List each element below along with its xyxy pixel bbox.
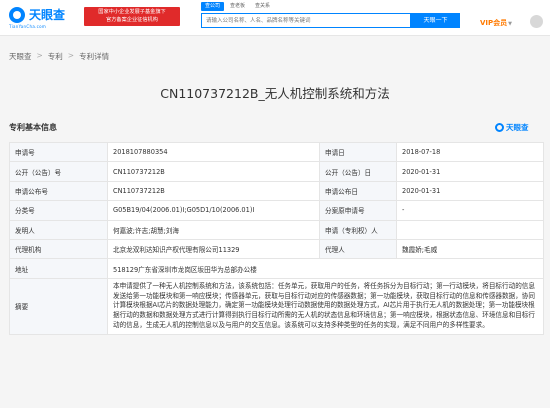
search-box <box>201 13 411 28</box>
search-button-label: 天眼一下 <box>423 17 448 24</box>
eye-logo-icon <box>9 7 25 23</box>
value-agent: 魏霞娇;毛威 <box>396 238 544 260</box>
eye-logo-icon <box>495 123 504 132</box>
table-row: 申请号 2018107880354 申请日 2018-07-18 <box>9 141 544 163</box>
breadcrumb-current: 专利详情 <box>79 52 110 61</box>
label-agent: 代理人 <box>319 238 397 260</box>
value-applicant[interactable] <box>396 219 544 240</box>
value-application-date: 2018-07-18 <box>396 141 544 163</box>
breadcrumb-home[interactable]: 天眼查 <box>9 51 32 62</box>
page-title: CN110737212B_无人机控制系统和方法 <box>160 86 390 101</box>
value-address: 518129广东省深圳市龙岗区坂田华为总部办公楼 <box>107 258 544 279</box>
label-classification: 分类号 <box>9 200 108 221</box>
table-row: 发明人 何嘉波;许志;胡慧;刘海 申请（专利权）人 <box>9 219 544 240</box>
value-agency[interactable]: 北京龙双利达知识产权代理有限公司11329 <box>107 238 320 260</box>
label-application-publication-number: 申请公布号 <box>9 180 108 202</box>
label-address: 地址 <box>9 258 108 279</box>
value-application-publication-number: CN110737212B <box>107 180 320 202</box>
value-abstract: 本申请提供了一种无人机控制系统和方法，该系统包括：任务单元，获取用户的任务，将任… <box>107 277 544 335</box>
table-row: 公开（公告）号 CN110737212B 公开（公告）日 2020-01-31 <box>9 161 544 182</box>
section-title: 专利基本信息 <box>9 123 57 132</box>
value-publication-date: 2020-01-31 <box>396 161 544 182</box>
value-inventors[interactable]: 何嘉波;许志;胡慧;刘海 <box>107 219 320 240</box>
value-publication-number: CN110737212B <box>107 161 320 182</box>
tab-boss[interactable]: 查老板 <box>226 2 249 11</box>
label-agency: 代理机构 <box>9 238 108 260</box>
tab-relation[interactable]: 查关系 <box>251 2 274 11</box>
label-divisional-application: 分案原申请号 <box>319 200 397 221</box>
top-header: 天眼查 TianYanCha.com 国家中小企业发展子基金旗下 官方备案企业征… <box>0 0 550 36</box>
promo-banner[interactable]: 国家中小企业发展子基金旗下 官方备案企业征信机构 <box>84 7 180 26</box>
vip-membership[interactable]: VIP会员▼ <box>480 18 512 28</box>
value-application-publication-date: 2020-01-31 <box>396 180 544 202</box>
search-button[interactable]: 天眼一下 <box>411 13 460 28</box>
search-tabs: 查公司 查老板 查关系 <box>201 2 274 11</box>
breadcrumb-patent[interactable]: 专利 <box>48 51 63 62</box>
table-row: 摘要 本申请提供了一种无人机控制系统和方法，该系统包括：任务单元，获取用户的任务… <box>9 277 544 335</box>
value-divisional-application: - <box>396 200 544 221</box>
value-classification: G05B19/04(2006.01)I;G05D1/10(2006.01)I <box>107 200 320 221</box>
tab-company[interactable]: 查公司 <box>201 2 225 11</box>
breadcrumb-separator: > <box>67 51 75 60</box>
table-row: 分类号 G05B19/04(2006.01)I;G05D1/10(2006.01… <box>9 200 544 221</box>
breadcrumb: 天眼查 > 专利 > 专利详情 <box>9 51 109 62</box>
vip-label: VIP会员 <box>480 19 508 27</box>
brand-text: 天眼查 <box>506 123 529 132</box>
table-row: 代理机构 北京龙双利达知识产权代理有限公司11329 代理人 魏霞娇;毛威 <box>9 238 544 260</box>
patent-info-table: 申请号 2018107880354 申请日 2018-07-18 公开（公告）号… <box>9 141 544 335</box>
brand-watermark: 天眼查 <box>495 122 529 133</box>
logo-text: 天眼查 <box>29 7 66 22</box>
promo-line-1: 国家中小企业发展子基金旗下 <box>98 9 166 15</box>
search-input[interactable] <box>202 14 402 27</box>
label-publication-date: 公开（公告）日 <box>319 161 397 182</box>
breadcrumb-separator: > <box>36 51 43 60</box>
avatar[interactable] <box>530 15 543 28</box>
label-applicant: 申请（专利权）人 <box>319 219 397 240</box>
label-application-number: 申请号 <box>9 141 108 163</box>
label-application-date: 申请日 <box>319 141 397 163</box>
tianyancha-logo[interactable]: 天眼查 <box>9 7 65 23</box>
table-row: 地址 518129广东省深圳市龙岗区坂田华为总部办公楼 <box>9 258 544 279</box>
table-row: 申请公布号 CN110737212B 申请公布日 2020-01-31 <box>9 180 544 202</box>
label-inventors: 发明人 <box>9 219 108 240</box>
label-application-publication-date: 申请公布日 <box>319 180 397 202</box>
label-abstract: 摘要 <box>9 277 108 335</box>
value-application-number: 2018107880354 <box>107 141 320 163</box>
label-publication-number: 公开（公告）号 <box>9 161 108 182</box>
logo-subtitle: TianYanCha.com <box>9 24 47 29</box>
chevron-down-icon: ▼ <box>508 21 513 27</box>
promo-line-2: 官方备案企业征信机构 <box>106 17 158 23</box>
